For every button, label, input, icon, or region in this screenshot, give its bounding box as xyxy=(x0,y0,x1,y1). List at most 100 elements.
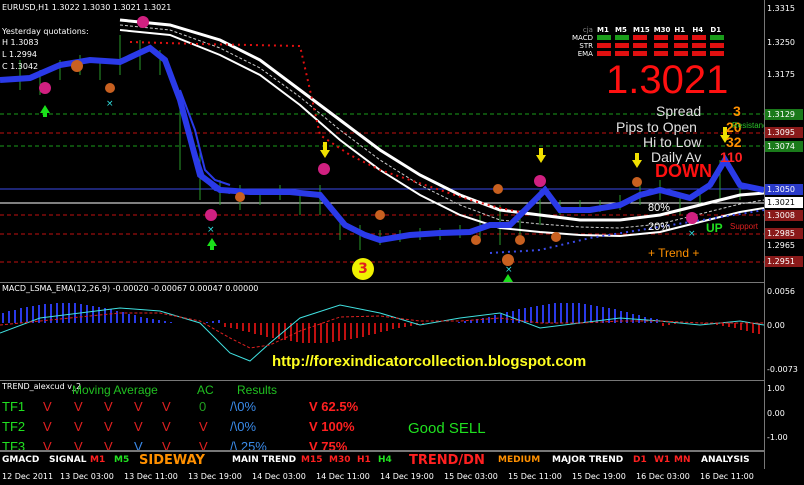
macd-histogram-bar xyxy=(218,320,220,323)
macd-histogram-bar xyxy=(56,303,58,323)
trend-tick: 1.00 xyxy=(767,384,785,393)
direction-up-label: UP xyxy=(706,221,723,235)
tf2-v: V xyxy=(104,419,113,434)
trend-pane[interactable]: TREND_alexcud v_2 Moving Average AC Resu… xyxy=(0,381,764,451)
mtf-cell xyxy=(710,43,725,48)
macd-histogram-bar xyxy=(128,314,130,323)
macd-histogram-bar xyxy=(230,323,232,328)
macd-histogram-bar xyxy=(752,323,754,333)
trend-label: + Trend + xyxy=(648,246,700,260)
macd-histogram-bar xyxy=(362,323,364,337)
time-axis[interactable]: 12 Dec 2011 13 Dec 03:00 13 Dec 11:00 13… xyxy=(0,469,764,485)
tf3-label: TF3 xyxy=(2,439,26,451)
macd-histogram-bar xyxy=(110,309,112,323)
macd-histogram-bar xyxy=(530,307,532,323)
mtf-row-macd: MACD xyxy=(570,34,726,42)
macd-histogram-bar xyxy=(398,323,400,328)
macd-histogram-bar xyxy=(170,322,172,323)
macd-histogram-bar xyxy=(590,305,592,323)
price-tag: 1.3129 xyxy=(765,109,803,120)
macd-tick: -0.0073 xyxy=(767,365,798,374)
macd-histogram-bar xyxy=(482,318,484,323)
svg-text:×: × xyxy=(688,229,696,239)
hi-to-low-value: 32 xyxy=(726,134,742,150)
macd-histogram-bar xyxy=(8,311,10,323)
macd-histogram-bar xyxy=(236,323,238,329)
tf1-v: V xyxy=(134,399,143,414)
time-tick: 14 Dec 03:00 xyxy=(252,472,306,481)
analysis-label: ANALYSIS xyxy=(701,455,750,465)
mtf-cell xyxy=(614,43,629,48)
macd-histogram-bar xyxy=(386,323,388,331)
main-chart-pane[interactable]: × × × × EURUSD,H1 1.3022 1.3030 1.3021 1.30… xyxy=(0,0,764,283)
macd-histogram-bar xyxy=(734,323,736,328)
macd-histogram-bar xyxy=(302,323,304,343)
macd-histogram-bar xyxy=(74,303,76,323)
mtf-cell xyxy=(674,51,689,56)
tf2-v: V xyxy=(74,419,83,434)
d1-label: D1 xyxy=(633,455,647,465)
trend-tick: -1.00 xyxy=(767,433,788,442)
spread-value: 3 xyxy=(733,103,741,119)
time-tick: 16 Dec 03:00 xyxy=(636,472,690,481)
mtf-tf-5: H4 xyxy=(692,26,704,34)
yesterday-title: Yesterday quotations: xyxy=(2,27,89,36)
price-axis[interactable]: 1.3315 1.3250 1.3175 1.3129 1.3095 1.307… xyxy=(764,0,804,283)
macd-histogram-bar xyxy=(350,323,352,339)
trend-title: TREND_alexcud v_2 xyxy=(2,382,82,391)
mn-label: MN xyxy=(674,455,691,465)
yesterday-close: C 1.3042 xyxy=(2,62,39,71)
price-tick: 1.3250 xyxy=(767,38,795,47)
time-tick: 13 Dec 19:00 xyxy=(188,472,242,481)
macd-histogram-bar xyxy=(464,321,466,323)
mtf-row-label: MACD xyxy=(572,34,593,42)
direction-down-label: DOWN xyxy=(655,161,712,181)
mtf-tf-6: D1 xyxy=(710,26,722,34)
macd-tick: 0.00 xyxy=(767,321,785,330)
tf3-v: V xyxy=(134,439,143,451)
svg-text:×: × xyxy=(207,225,215,235)
tf1-v: V xyxy=(162,399,171,414)
tf2-result: V 100% xyxy=(309,419,355,434)
svg-text:×: × xyxy=(106,99,114,109)
macd-histogram-bar xyxy=(68,303,70,323)
macd-histogram-bar xyxy=(344,323,346,340)
mtf-cell xyxy=(653,43,668,48)
trend-tick: 0.00 xyxy=(767,409,785,418)
macd-histogram-bar xyxy=(266,323,268,337)
gmacd-bar: GMACD SIGNAL M1 M5 SIDEWAY MAIN TREND M1… xyxy=(0,451,764,470)
mtf-corner-label: cja xyxy=(582,26,593,34)
mtf-cell xyxy=(674,43,689,48)
macd-histogram-bar xyxy=(572,303,574,323)
pips-to-open-label: Pips to Open xyxy=(616,119,697,135)
macd-histogram-bar xyxy=(206,322,208,323)
svg-text:×: × xyxy=(505,265,513,275)
macd-histogram-bar xyxy=(122,312,124,323)
macd-pane[interactable]: MACD_LSMA_EMA(12,26,9) -0.00020 -0.00067… xyxy=(0,283,764,381)
macd-histogram-bar xyxy=(152,319,154,323)
watermark-url[interactable]: http://forexindicatorcollection.blogspot… xyxy=(272,353,586,370)
tf1-ac: 0 xyxy=(199,399,207,414)
tf3-result: V 75% xyxy=(309,439,348,451)
price-tag: 1.3008 xyxy=(765,210,803,221)
yesterday-low: L 1.2994 xyxy=(2,50,37,59)
tf1-v: V xyxy=(104,399,113,414)
gmacd-label: GMACD xyxy=(2,455,40,465)
macd-histogram-bar xyxy=(164,321,166,323)
mtf-row-str: STR xyxy=(570,42,726,50)
tf1-pct: /\0% xyxy=(230,399,257,414)
mtf-signal-table: cja M1 M5 M15 M30 H1 H4 D1 MACD STR EMA xyxy=(570,26,726,58)
macd-histogram-bar xyxy=(746,323,748,331)
mtf-cell xyxy=(692,35,707,40)
macd-histogram-bar xyxy=(584,304,586,323)
macd-histogram-bar xyxy=(356,323,358,338)
macd-histogram-bar xyxy=(2,313,4,323)
mtf-cell xyxy=(692,43,707,48)
macd-histogram-bar xyxy=(374,323,376,334)
macd-histogram-bar xyxy=(494,315,496,323)
sideway-label: SIDEWAY xyxy=(139,453,205,468)
macd-histogram-bar xyxy=(62,303,64,323)
macd-histogram-bar xyxy=(608,308,610,323)
tf1-result: V 62.5% xyxy=(309,399,359,414)
macd-histogram-bar xyxy=(380,323,382,332)
